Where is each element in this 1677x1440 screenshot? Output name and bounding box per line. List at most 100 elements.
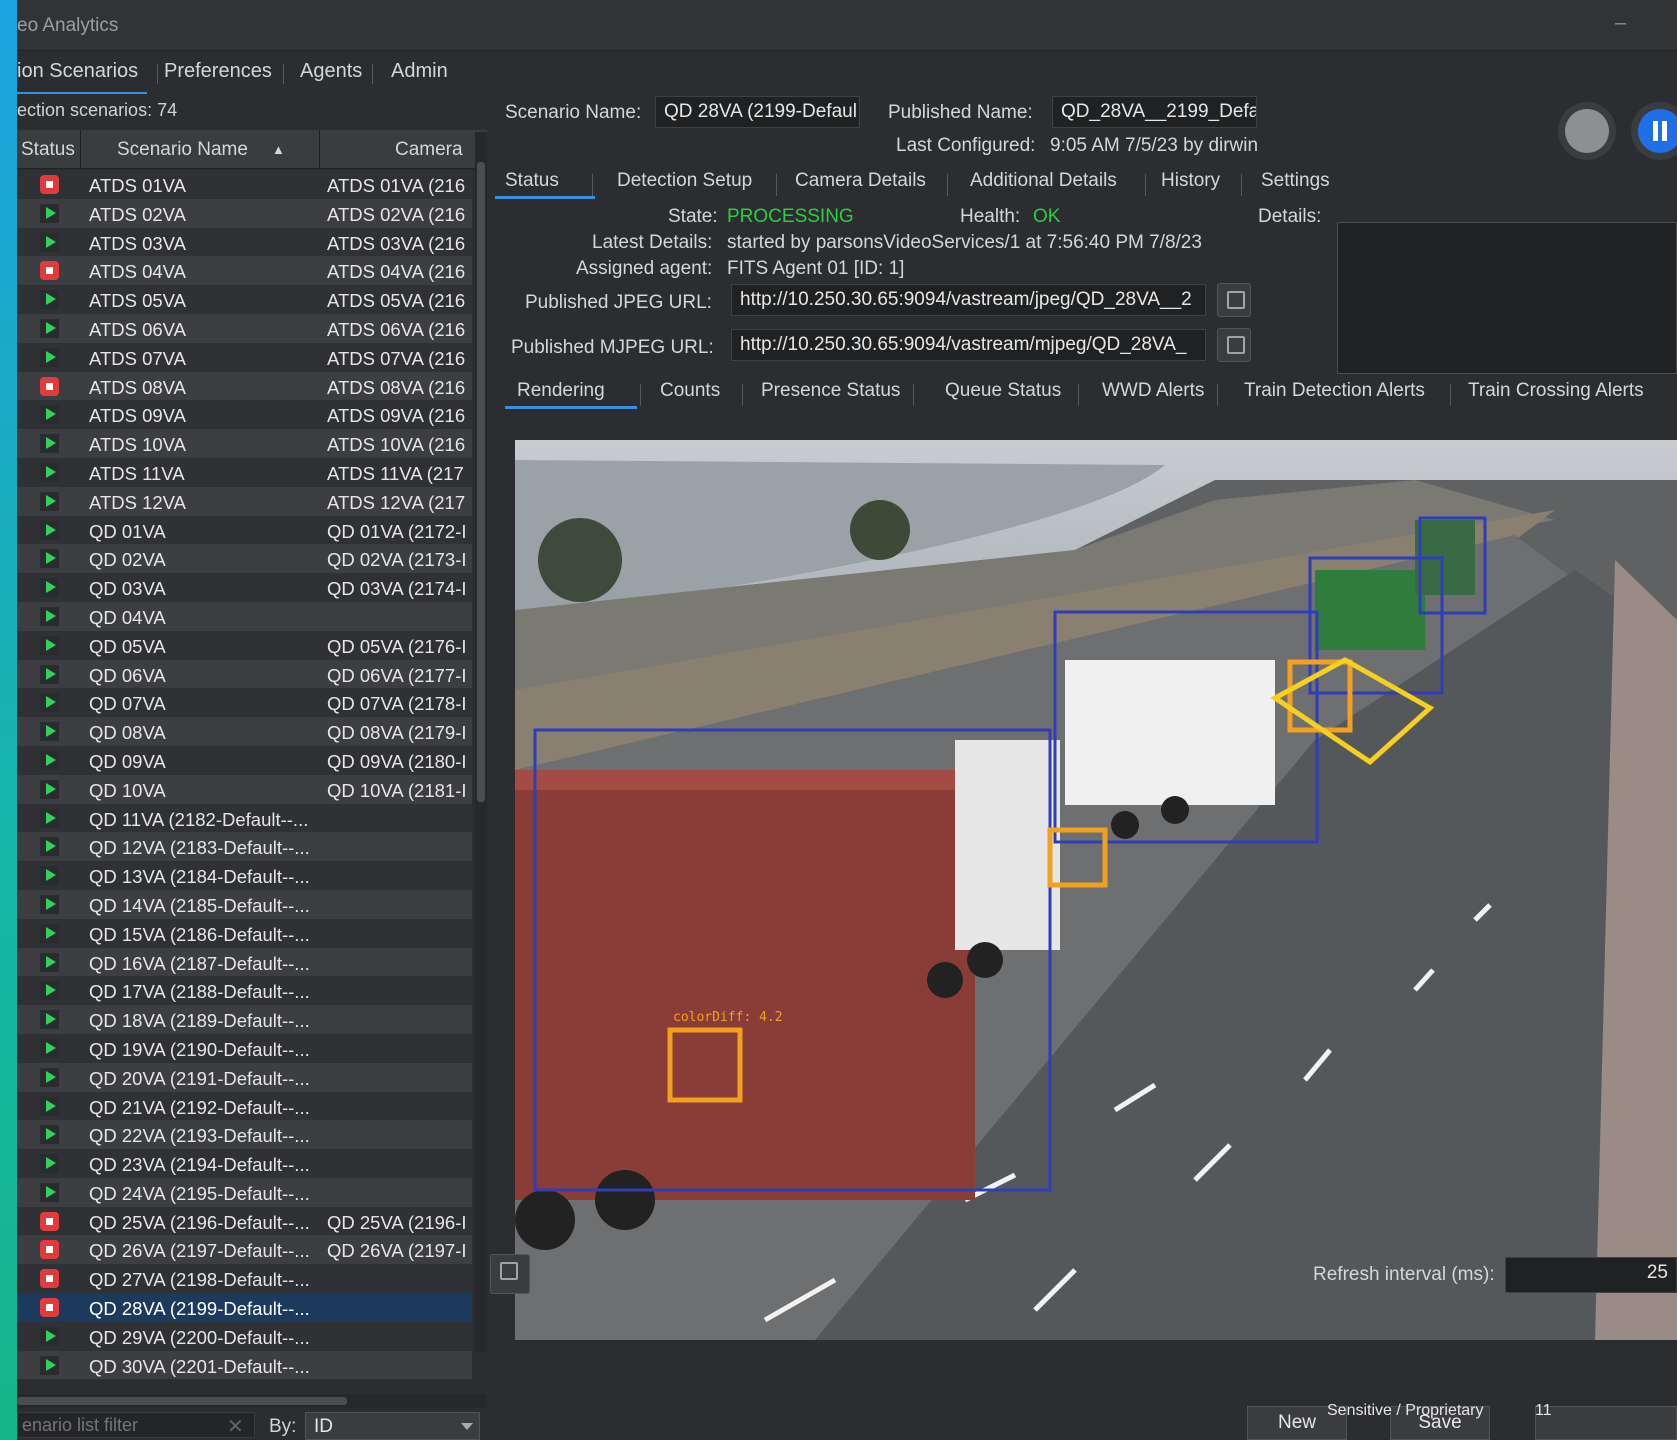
scenario-name-cell: QD 14VA (2185-Default--... — [89, 894, 310, 916]
table-row[interactable]: QD 18VA (2189-Default--... — [17, 1005, 472, 1034]
table-row[interactable]: ATDS 02VA ATDS 02VA (216 — [17, 198, 472, 228]
table-row[interactable]: QD 07VA QD 07VA (2178-I — [17, 688, 472, 718]
play-icon — [40, 1010, 59, 1030]
table-row[interactable]: QD 23VA (2194-Default--... — [17, 1149, 472, 1178]
tab-divider — [1145, 174, 1146, 196]
tab-train-crossing-alerts[interactable]: Train Crossing Alerts — [1468, 380, 1644, 402]
table-row[interactable]: ATDS 07VA ATDS 07VA (216 — [17, 342, 472, 372]
tab-divider — [640, 384, 641, 406]
scenario-name-cell: QD 16VA (2187-Default--... — [89, 952, 310, 974]
tab-wwd-alerts[interactable]: WWD Alerts — [1102, 380, 1204, 402]
jpeg-url-field[interactable]: http://10.250.30.65:9094/vastream/jpeg/Q… — [731, 284, 1206, 316]
col-status[interactable]: Status — [21, 139, 75, 161]
table-row[interactable]: QD 30VA (2201-Default--... — [17, 1350, 472, 1380]
camera-cell: ATDS 08VA (216 — [327, 376, 466, 398]
horizontal-scrollbar[interactable] — [17, 1394, 487, 1408]
table-row[interactable]: ATDS 03VA ATDS 03VA (216 — [17, 227, 472, 257]
table-row[interactable]: QD 17VA (2188-Default--... — [17, 976, 472, 1006]
details-box[interactable] — [1337, 222, 1677, 374]
tab-detection-setup[interactable]: Detection Setup — [617, 170, 752, 192]
table-row[interactable]: QD 10VA QD 10VA (2181-I — [17, 774, 472, 804]
table-row[interactable]: QD 16VA (2187-Default--... — [17, 947, 472, 977]
tab-settings[interactable]: Settings — [1261, 170, 1330, 192]
tab-presence-status[interactable]: Presence Status — [761, 380, 900, 402]
table-row[interactable]: ATDS 10VA ATDS 10VA (216 — [17, 429, 472, 458]
play-icon — [40, 981, 59, 1001]
camera-cell: QD 10VA (2181-I — [327, 779, 467, 801]
copy-mjpeg-url-button[interactable] — [1217, 328, 1251, 362]
table-row[interactable]: ATDS 05VA ATDS 05VA (216 — [17, 285, 472, 314]
tab-divider — [1217, 384, 1218, 406]
table-row[interactable]: QD 22VA (2193-Default--... — [17, 1120, 472, 1150]
scroll-thumb[interactable] — [477, 162, 485, 802]
refresh-interval-field[interactable]: 25 — [1505, 1257, 1677, 1293]
action-button[interactable] — [1535, 1406, 1677, 1440]
table-row[interactable]: ATDS 12VA ATDS 12VA (217 — [17, 486, 472, 516]
col-camera[interactable]: Camera — [395, 139, 463, 161]
record-button[interactable] — [1558, 102, 1616, 160]
table-row[interactable]: ATDS 04VA ATDS 04VA (216 — [17, 256, 472, 286]
table-row[interactable]: QD 13VA (2184-Default--... — [17, 861, 472, 890]
copy-jpeg-url-button[interactable] — [1217, 283, 1251, 317]
table-row[interactable]: QD 01VA QD 01VA (2172-I — [17, 515, 472, 545]
scroll-thumb[interactable] — [17, 1397, 347, 1405]
play-icon — [40, 952, 59, 972]
tab-additional-details[interactable]: Additional Details — [970, 170, 1117, 192]
table-row[interactable]: QD 08VA QD 08VA (2179-I — [17, 717, 472, 746]
clear-icon[interactable]: ✕ — [227, 1414, 244, 1439]
tab-history[interactable]: History — [1161, 170, 1220, 192]
play-icon — [40, 1355, 59, 1375]
table-row[interactable]: QD 12VA (2183-Default--... — [17, 832, 472, 862]
table-row[interactable]: QD 09VA QD 09VA (2180-I — [17, 745, 472, 775]
table-row[interactable]: QD 03VA QD 03VA (2174-I — [17, 573, 472, 602]
filter-by-select[interactable]: ID — [305, 1412, 480, 1440]
tab-camera-details[interactable]: Camera Details — [795, 170, 926, 192]
table-row[interactable]: QD 02VA QD 02VA (2173-I — [17, 544, 472, 574]
tab-preferences[interactable]: Preferences — [164, 60, 272, 92]
table-row[interactable]: QD 14VA (2185-Default--... — [17, 889, 472, 919]
minimize-icon[interactable]: – — [1615, 12, 1626, 35]
table-row[interactable]: QD 21VA (2192-Default--... — [17, 1091, 472, 1121]
table-row[interactable]: QD 19VA (2190-Default--... — [17, 1033, 472, 1063]
copy-frame-button[interactable] — [490, 1254, 530, 1294]
published-name-field[interactable]: QD_28VA__2199_Defa — [1052, 96, 1257, 128]
render-tabs: Rendering Counts Presence Status Queue S… — [495, 374, 1677, 414]
play-icon — [40, 1326, 59, 1346]
by-label: By: — [269, 1416, 297, 1437]
table-row[interactable]: ATDS 09VA ATDS 09VA (216 — [17, 400, 472, 430]
tab-train-detection-alerts[interactable]: Train Detection Alerts — [1244, 380, 1425, 402]
table-row[interactable]: QD 26VA (2197-Default--... QD 26VA (2197-… — [17, 1235, 472, 1265]
table-row[interactable]: ATDS 11VA ATDS 11VA (217 — [17, 457, 472, 487]
mjpeg-url-field[interactable]: http://10.250.30.65:9094/vastream/mjpeg/… — [731, 329, 1206, 361]
tab-admin[interactable]: Admin — [391, 60, 448, 92]
table-row[interactable]: QD 28VA (2199-Default--... — [17, 1293, 472, 1322]
pause-button[interactable] — [1631, 102, 1677, 160]
table-row[interactable]: QD 05VA QD 05VA (2176-I — [17, 630, 472, 660]
col-scenario-name[interactable]: Scenario Name — [117, 139, 248, 161]
table-row[interactable]: ATDS 06VA ATDS 06VA (216 — [17, 313, 472, 343]
scenario-filter-input[interactable] — [17, 1412, 255, 1438]
filter-by-value: ID — [314, 1416, 333, 1437]
video-rendering[interactable]: colorDiff: 4.2 — [515, 440, 1677, 1340]
table-row[interactable]: QD 29VA (2200-Default--... — [17, 1321, 472, 1351]
scenario-name-field[interactable]: QD 28VA (2199-Defaul — [655, 96, 860, 128]
table-row[interactable]: QD 11VA (2182-Default--... — [17, 803, 472, 833]
table-row[interactable]: ATDS 01VA ATDS 01VA (216 — [17, 170, 472, 199]
table-row[interactable]: QD 15VA (2186-Default--... — [17, 918, 472, 948]
table-row[interactable]: QD 24VA (2195-Default--... — [17, 1177, 472, 1207]
table-row[interactable]: QD 04VA — [17, 601, 472, 631]
tab-status[interactable]: Status — [495, 170, 595, 199]
tab-queue-status[interactable]: Queue Status — [945, 380, 1061, 402]
tab-scenarios[interactable]: ion Scenarios — [17, 60, 147, 95]
table-row[interactable]: QD 25VA (2196-Default--... QD 25VA (2196-… — [17, 1206, 472, 1236]
tab-agents[interactable]: Agents — [300, 60, 362, 92]
tab-rendering[interactable]: Rendering — [505, 380, 637, 409]
camera-cell: QD 25VA (2196-I — [327, 1211, 467, 1233]
table-row[interactable]: QD 27VA (2198-Default--... — [17, 1264, 472, 1294]
table-row[interactable]: ATDS 08VA ATDS 08VA (216 — [17, 371, 472, 401]
tab-counts[interactable]: Counts — [660, 380, 720, 402]
play-icon — [40, 203, 59, 223]
vertical-scrollbar[interactable] — [475, 132, 487, 1352]
table-row[interactable]: QD 20VA (2191-Default--... — [17, 1062, 472, 1092]
table-row[interactable]: QD 06VA QD 06VA (2177-I — [17, 659, 472, 689]
